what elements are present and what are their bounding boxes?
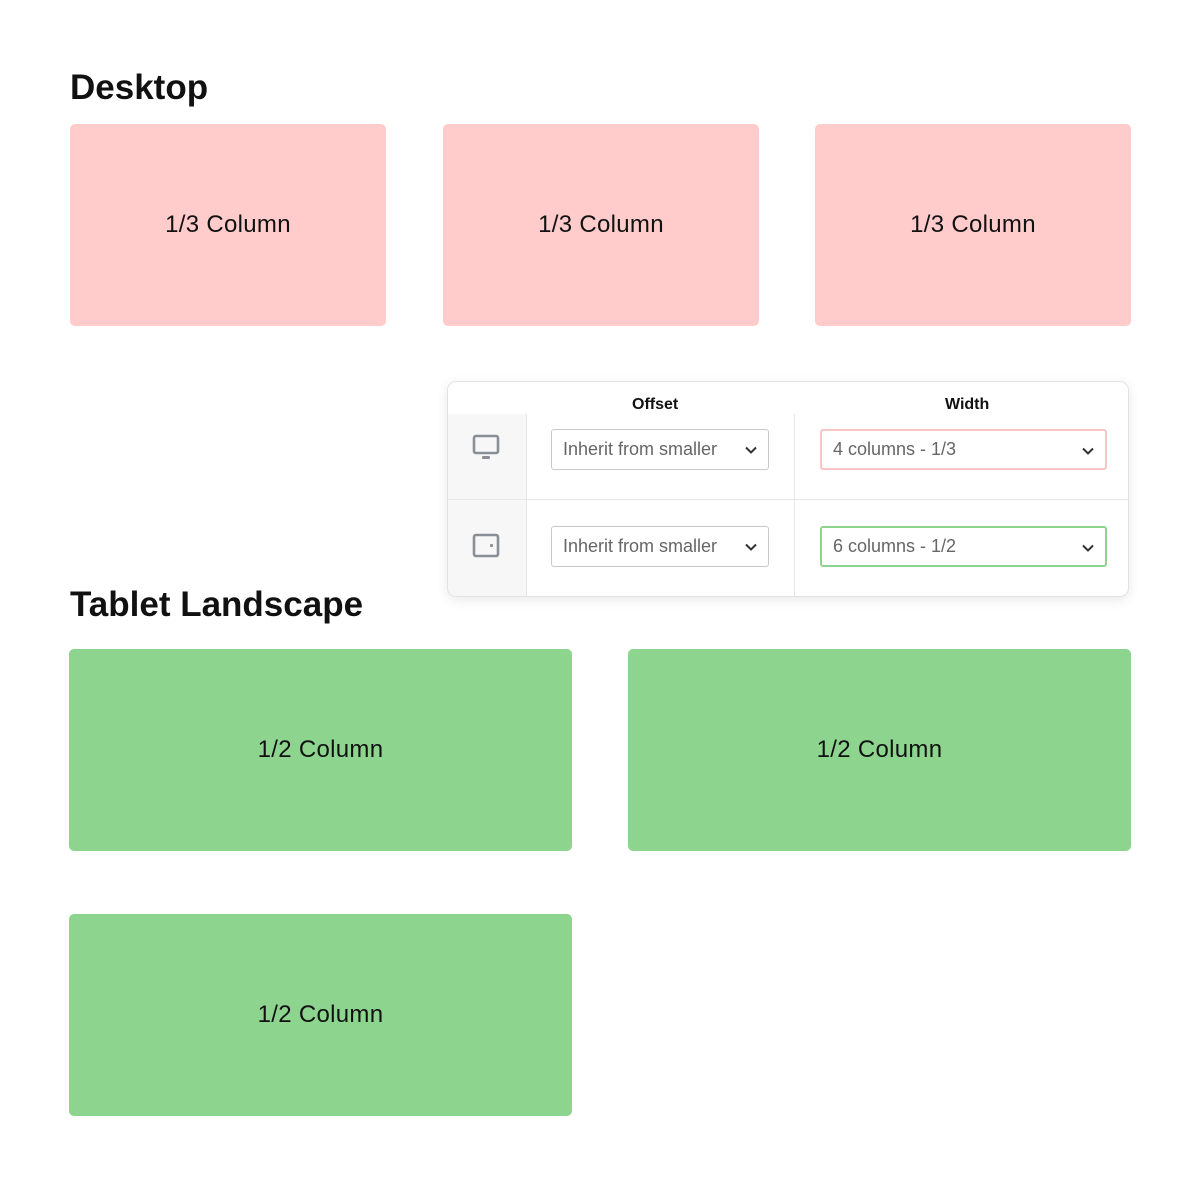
row-divider <box>448 499 1128 500</box>
tablet-column-2: 1/2 Column <box>628 649 1131 851</box>
desktop-monitor-icon[interactable] <box>472 434 500 462</box>
width-header: Width <box>945 396 990 413</box>
desktop-section-title: Desktop <box>70 68 209 107</box>
chevron-down-icon <box>745 543 757 551</box>
tablet-column-3: 1/2 Column <box>69 914 572 1116</box>
page: Desktop 1/3 Column 1/3 Column 1/3 Column… <box>0 0 1200 1185</box>
desktop-offset-select[interactable]: Inherit from smaller <box>551 429 769 470</box>
offset-header: Offset <box>632 396 679 413</box>
select-value: 4 columns - 1/3 <box>833 439 957 459</box>
chevron-down-icon <box>745 446 757 454</box>
column-label: 1/2 Column <box>257 1001 384 1028</box>
desktop-column-1: 1/3 Column <box>70 124 386 326</box>
tablet-section-title: Tablet Landscape <box>70 585 364 624</box>
select-value: Inherit from smaller <box>563 439 718 459</box>
tablet-offset-select[interactable]: Inherit from smaller <box>551 526 769 567</box>
tablet-width-select[interactable]: 6 columns - 1/2 <box>820 526 1107 567</box>
column-settings-panel: Offset Width Inherit from smaller 4 colu… <box>447 381 1129 597</box>
desktop-column-3: 1/3 Column <box>815 124 1131 326</box>
tablet-landscape-icon[interactable] <box>472 532 500 560</box>
column-label: 1/3 Column <box>538 211 664 238</box>
chevron-down-icon <box>1082 544 1094 552</box>
desktop-width-select[interactable]: 4 columns - 1/3 <box>820 429 1107 470</box>
desktop-column-2: 1/3 Column <box>443 124 759 326</box>
chevron-down-icon <box>1082 447 1094 455</box>
column-divider <box>794 414 795 596</box>
column-label: 1/2 Column <box>816 736 943 763</box>
select-value: 6 columns - 1/2 <box>833 536 957 556</box>
column-label: 1/3 Column <box>165 211 291 238</box>
column-label: 1/2 Column <box>257 736 384 763</box>
select-value: Inherit from smaller <box>563 536 718 556</box>
column-label: 1/3 Column <box>910 211 1036 238</box>
tablet-column-1: 1/2 Column <box>69 649 572 851</box>
